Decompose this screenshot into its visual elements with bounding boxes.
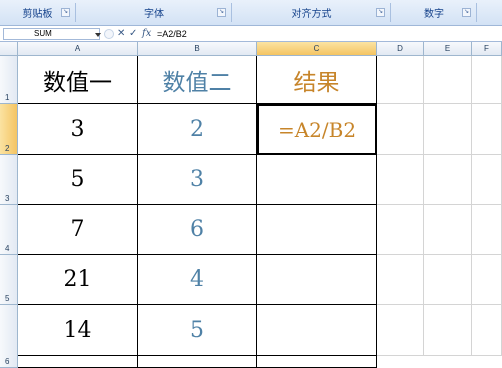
dialog-launcher-icon[interactable]: ↘ (376, 8, 385, 17)
column-header-a[interactable]: A (18, 42, 138, 56)
group-label-font: 字体 (144, 9, 164, 20)
cell-a6[interactable]: 14 (18, 305, 138, 356)
row-header-2[interactable]: 2 (0, 104, 18, 155)
cell-c2-active[interactable]: =A2/B2 (257, 104, 377, 155)
cell-b5[interactable]: 4 (138, 255, 257, 305)
group-label-number: 数字 (424, 9, 444, 20)
row-header-5[interactable]: 5 (0, 255, 18, 305)
cell-a1[interactable]: 数值一 (18, 56, 138, 104)
cell-c4[interactable] (257, 205, 377, 255)
select-all-corner[interactable] (0, 42, 18, 56)
row-number: 1 (5, 93, 10, 102)
cell-f2[interactable] (472, 104, 502, 155)
row-number: 2 (5, 144, 10, 153)
cell-b2[interactable]: 2 (138, 104, 257, 155)
cancel-icon[interactable]: ✕ (117, 28, 125, 40)
enter-check-icon[interactable]: ✓ (129, 28, 137, 40)
cell-d5[interactable] (377, 255, 424, 305)
group-label-alignment: 对齐方式 (291, 9, 332, 20)
row-number: 4 (5, 244, 10, 253)
row-header-3[interactable]: 3 (0, 155, 18, 205)
column-header-c[interactable]: C (257, 42, 377, 56)
cell-c5[interactable] (257, 255, 377, 305)
column-header-e[interactable]: E (424, 42, 472, 56)
row-header-4[interactable]: 4 (0, 205, 18, 255)
ribbon-group-alignment: 对齐方式 ↘ (233, 3, 391, 22)
cell-e3[interactable] (424, 155, 472, 205)
ribbon-group-number: 数字 ↘ (392, 3, 477, 22)
ribbon-group-font: 字体 ↘ (77, 3, 232, 22)
cell-d4[interactable] (377, 205, 424, 255)
cell-b6[interactable]: 5 (138, 305, 257, 356)
cell-b3[interactable]: 3 (138, 155, 257, 205)
row-number: 3 (5, 194, 10, 203)
cell-c7[interactable] (257, 356, 377, 368)
ribbon-group-strip: 剪贴板 ↘ 字体 ↘ 对齐方式 ↘ 数字 ↘ (0, 0, 502, 26)
cell-c1[interactable]: 结果 (257, 56, 377, 104)
cell-f1[interactable] (472, 56, 502, 104)
cell-f4[interactable] (472, 205, 502, 255)
column-header-d[interactable]: D (377, 42, 424, 56)
cell-f3[interactable] (472, 155, 502, 205)
cell-a2[interactable]: 3 (18, 104, 138, 155)
cell-d6[interactable] (377, 305, 424, 356)
cell-f6[interactable] (472, 305, 502, 356)
cell-a7[interactable] (18, 356, 138, 368)
dialog-launcher-icon[interactable]: ↘ (462, 8, 471, 17)
cell-b7[interactable] (138, 356, 257, 368)
cell-d1[interactable] (377, 56, 424, 104)
cell-e4[interactable] (424, 205, 472, 255)
cell-a3[interactable]: 5 (18, 155, 138, 205)
row-header-1[interactable]: 1 (0, 56, 18, 104)
dialog-launcher-icon[interactable]: ↘ (61, 8, 70, 17)
cell-a5[interactable]: 21 (18, 255, 138, 305)
cell-a4[interactable]: 7 (18, 205, 138, 255)
cell-c3[interactable] (257, 155, 377, 205)
cell-b1[interactable]: 数值二 (138, 56, 257, 104)
column-header-b[interactable]: B (138, 42, 257, 56)
dialog-launcher-icon[interactable]: ↘ (217, 8, 226, 17)
cell-d2[interactable] (377, 104, 424, 155)
row-header-6[interactable]: 6 (0, 305, 18, 368)
formula-bar-divider-knob (104, 29, 114, 39)
dropdown-arrow-icon[interactable] (95, 33, 101, 37)
row-number: 5 (5, 294, 10, 303)
column-header-f[interactable]: F (472, 42, 502, 56)
cell-b4[interactable]: 6 (138, 205, 257, 255)
row-number: 6 (5, 357, 10, 366)
ribbon-group-clipboard: 剪贴板 ↘ (0, 3, 76, 22)
cell-e1[interactable] (424, 56, 472, 104)
function-icon[interactable]: fx (142, 28, 151, 40)
formula-input[interactable]: =A2/B2 (157, 28, 187, 40)
cell-e5[interactable] (424, 255, 472, 305)
cell-f5[interactable] (472, 255, 502, 305)
cell-e6[interactable] (424, 305, 472, 356)
group-label-clipboard: 剪贴板 (22, 9, 53, 20)
cell-e2[interactable] (424, 104, 472, 155)
cell-d3[interactable] (377, 155, 424, 205)
name-box[interactable]: SUM (3, 28, 100, 40)
cell-c6[interactable] (257, 305, 377, 356)
